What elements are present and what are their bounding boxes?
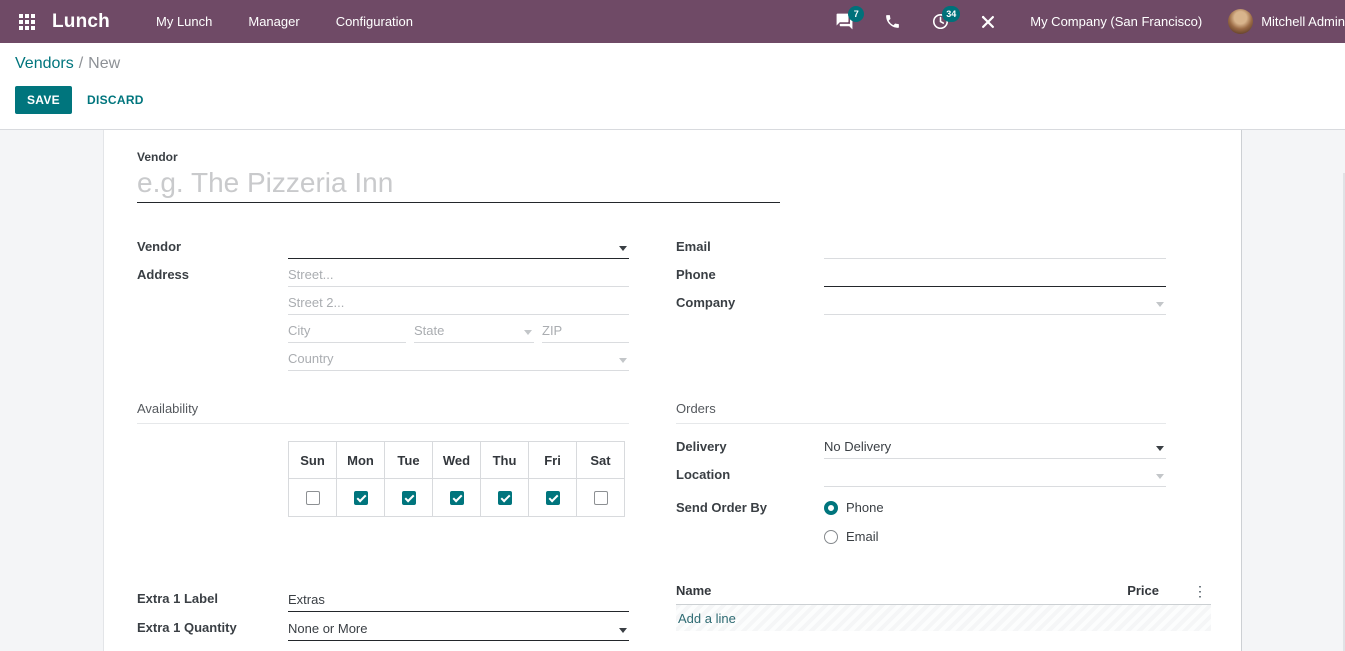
delivery-select[interactable]: No Delivery bbox=[824, 437, 1166, 459]
day-header-mon: Mon bbox=[336, 441, 385, 479]
state-select[interactable]: State bbox=[414, 321, 534, 343]
optional-columns-icon[interactable]: ⋮ bbox=[1193, 584, 1207, 598]
menu-my-lunch[interactable]: My Lunch bbox=[138, 0, 230, 43]
availability-section-title: Availability bbox=[137, 401, 629, 424]
vendor-title-label: Vendor bbox=[137, 150, 178, 164]
day-header-sun: Sun bbox=[288, 441, 337, 479]
chevron-down-icon bbox=[524, 330, 532, 335]
breadcrumb: Vendors / New bbox=[15, 55, 1345, 73]
zip-input[interactable] bbox=[542, 321, 629, 343]
breadcrumb-separator: / bbox=[78, 55, 84, 72]
send-order-by-label: Send Order By bbox=[676, 500, 768, 515]
activities-badge: 34 bbox=[942, 5, 961, 22]
chevron-down-icon bbox=[619, 246, 627, 251]
phone-icon bbox=[884, 13, 901, 30]
chevron-down-icon bbox=[619, 628, 627, 633]
form-sheet: Vendor Vendor Address bbox=[103, 130, 1242, 651]
save-button[interactable]: SAVE bbox=[15, 86, 72, 114]
day-header-wed: Wed bbox=[432, 441, 481, 479]
availability-checkbox-row bbox=[288, 478, 625, 517]
chevron-down-icon bbox=[1156, 446, 1164, 451]
email-radio[interactable] bbox=[824, 529, 838, 544]
email-field-label: Email bbox=[676, 239, 711, 254]
phone-radio[interactable] bbox=[824, 500, 838, 515]
availability-table: Sun Mon Tue Wed Thu Fri Sat bbox=[288, 441, 625, 517]
vendor-field-label: Vendor bbox=[137, 239, 182, 254]
activities-button[interactable]: 34 bbox=[930, 5, 961, 32]
main-menu: My Lunch Manager Configuration bbox=[138, 0, 431, 43]
thu-checkbox[interactable] bbox=[497, 490, 512, 505]
day-header-fri: Fri bbox=[528, 441, 577, 479]
delivery-field-label: Delivery bbox=[676, 439, 727, 454]
vendor-name-input[interactable] bbox=[137, 166, 780, 203]
wed-checkbox[interactable] bbox=[449, 490, 464, 505]
location-select[interactable] bbox=[824, 465, 1166, 487]
form-view: Vendor Vendor Address bbox=[0, 130, 1345, 651]
breadcrumb-vendors-link[interactable]: Vendors bbox=[15, 55, 74, 72]
chevron-down-icon bbox=[619, 358, 627, 363]
orders-section-title: Orders bbox=[676, 401, 1166, 424]
apps-grid-icon bbox=[19, 13, 35, 30]
city-input[interactable] bbox=[288, 321, 406, 343]
location-field-label: Location bbox=[676, 467, 731, 482]
name-column-header: Name bbox=[676, 583, 712, 598]
tue-checkbox[interactable] bbox=[401, 490, 416, 505]
systray: 7 34 My Company (San Francisco) Mitchell… bbox=[820, 0, 1345, 43]
day-header-thu: Thu bbox=[480, 441, 529, 479]
top-navbar: Lunch My Lunch Manager Configuration 7 3… bbox=[0, 0, 1345, 43]
products-list-header: Name Price ⋮ bbox=[676, 583, 1211, 605]
fri-checkbox[interactable] bbox=[545, 490, 560, 505]
availability-header-row: Sun Mon Tue Wed Thu Fri Sat bbox=[288, 441, 625, 479]
sun-checkbox[interactable] bbox=[305, 490, 320, 505]
company-field-label: Company bbox=[676, 295, 736, 310]
street-input[interactable] bbox=[288, 265, 629, 287]
tools-icon bbox=[979, 13, 997, 31]
street2-input[interactable] bbox=[288, 293, 629, 315]
products-list: Name Price ⋮ Add a line bbox=[676, 583, 1211, 631]
phone-input[interactable] bbox=[824, 265, 1166, 287]
discard-button[interactable]: DISCARD bbox=[87, 93, 144, 107]
address-field-label: Address bbox=[137, 267, 190, 282]
phone-field-label: Phone bbox=[676, 267, 716, 282]
add-a-line-link[interactable]: Add a line bbox=[676, 605, 1211, 631]
day-header-sat: Sat bbox=[576, 441, 625, 479]
messages-button[interactable]: 7 bbox=[834, 5, 865, 32]
sat-checkbox[interactable] bbox=[593, 490, 608, 505]
user-name: Mitchell Admin bbox=[1261, 14, 1345, 29]
price-column-header: Price bbox=[1127, 583, 1159, 598]
user-menu[interactable]: Mitchell Admin bbox=[1228, 0, 1345, 43]
country-select[interactable]: Country bbox=[288, 349, 629, 371]
extra1-quantity-select[interactable]: None or More bbox=[288, 619, 629, 641]
control-panel: Vendors / New SAVE DISCARD bbox=[0, 43, 1345, 130]
extra1-quantity-field-label: Extra 1 Quantity bbox=[137, 620, 237, 635]
user-avatar bbox=[1228, 9, 1254, 34]
breadcrumb-current: New bbox=[88, 55, 121, 72]
company-select[interactable] bbox=[824, 293, 1166, 315]
app-title[interactable]: Lunch bbox=[52, 11, 110, 33]
chevron-down-icon bbox=[1156, 474, 1164, 479]
debug-tools-button[interactable] bbox=[978, 12, 998, 32]
menu-configuration[interactable]: Configuration bbox=[318, 0, 431, 43]
chevron-down-icon bbox=[1156, 302, 1164, 307]
extra1-label-field-label: Extra 1 Label bbox=[137, 591, 218, 606]
messages-badge: 7 bbox=[848, 5, 865, 22]
voip-button[interactable] bbox=[882, 12, 902, 32]
vendor-select[interactable] bbox=[288, 237, 629, 259]
company-switcher[interactable]: My Company (San Francisco) bbox=[1030, 14, 1202, 29]
extra1-label-input[interactable] bbox=[288, 590, 629, 612]
phone-radio-label[interactable]: Phone bbox=[846, 500, 884, 515]
mon-checkbox[interactable] bbox=[353, 490, 368, 505]
apps-menu-button[interactable] bbox=[10, 0, 44, 43]
day-header-tue: Tue bbox=[384, 441, 433, 479]
email-input[interactable] bbox=[824, 237, 1166, 259]
menu-manager[interactable]: Manager bbox=[230, 0, 317, 43]
email-radio-label[interactable]: Email bbox=[846, 529, 879, 544]
